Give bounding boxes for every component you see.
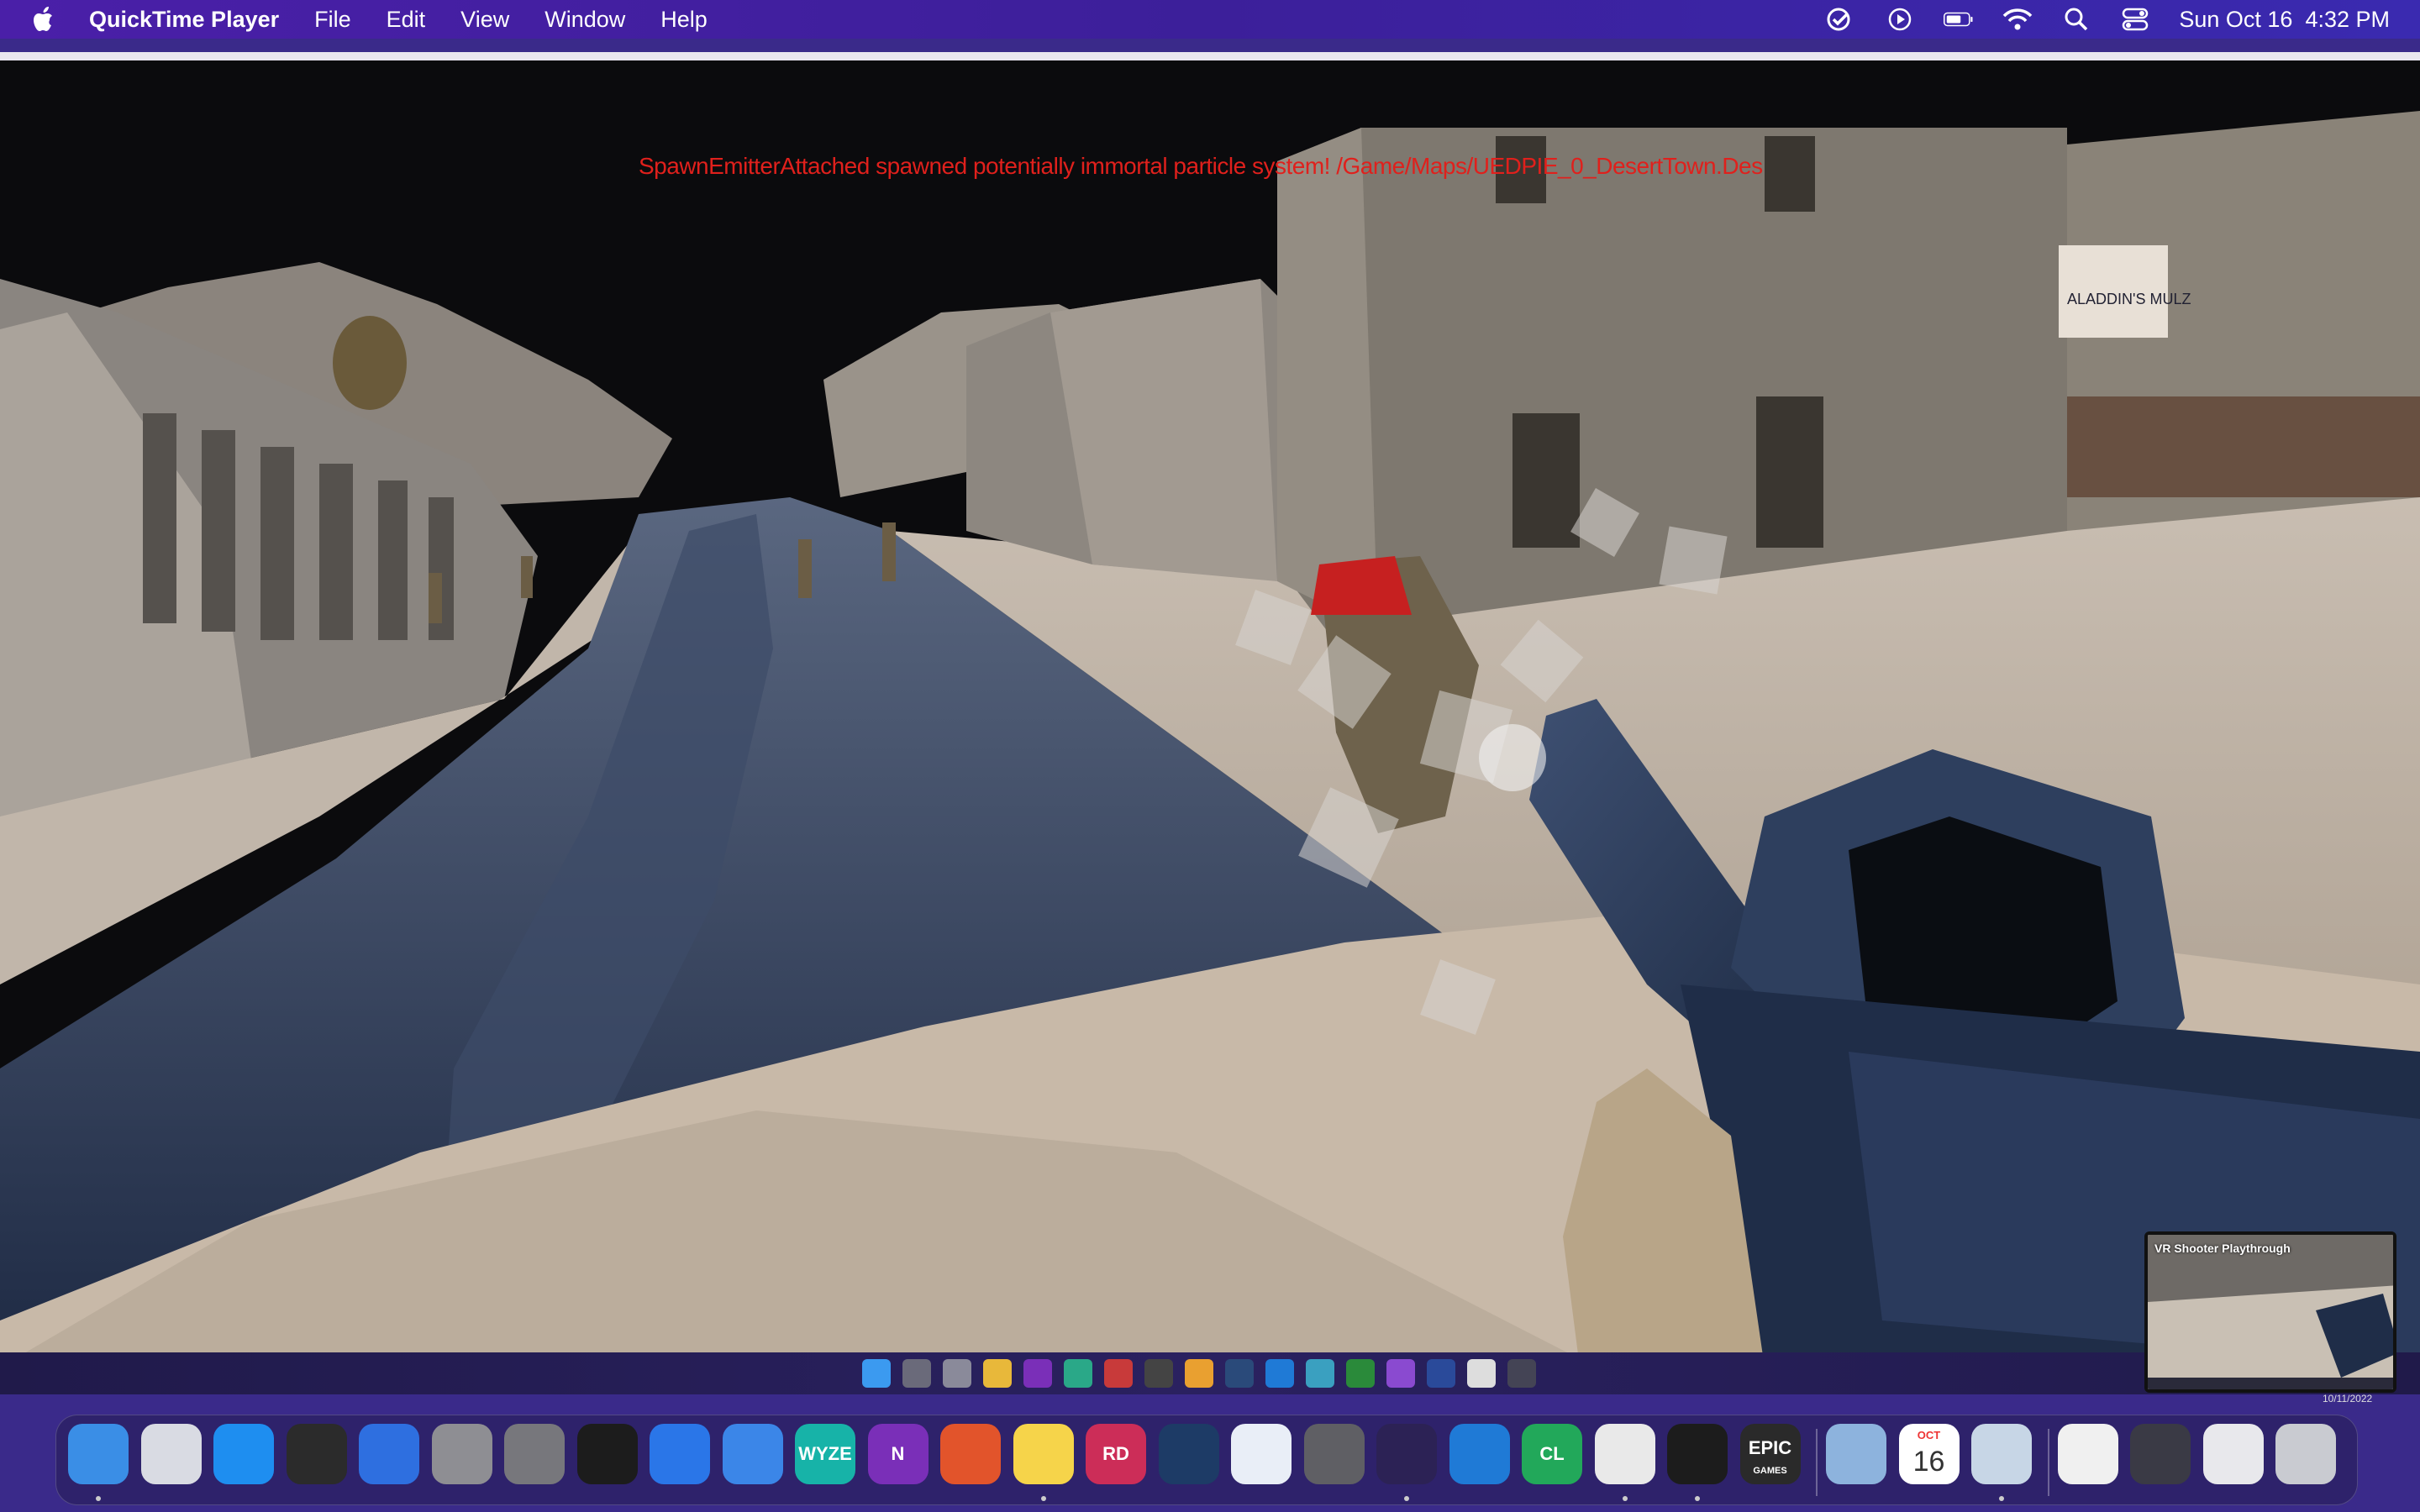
swift-icon[interactable] xyxy=(359,1424,419,1484)
dock-separator xyxy=(1816,1429,1818,1496)
video-taskbar-strip xyxy=(0,1352,2420,1394)
dock-item-label: N xyxy=(891,1443,905,1464)
game-video-frame: ALADDIN'S MULZ xyxy=(0,60,2420,1359)
document-icon[interactable] xyxy=(2057,1424,2118,1484)
search-icon xyxy=(902,1359,931,1388)
running-indicator xyxy=(1040,1496,1046,1501)
compass-icon[interactable] xyxy=(1231,1424,1292,1484)
app-store-icon[interactable] xyxy=(213,1424,274,1484)
rider-icon[interactable]: RD xyxy=(1086,1424,1146,1484)
dock-item-label: RD xyxy=(1102,1443,1129,1464)
gear-icon[interactable] xyxy=(504,1424,565,1484)
notes-icon[interactable] xyxy=(1013,1424,1074,1484)
finder-icon[interactable] xyxy=(68,1424,129,1484)
eclipse-icon[interactable] xyxy=(1376,1424,1437,1484)
thumbnail-title: VR Shooter Playthrough xyxy=(2154,1242,2291,1255)
app-icon xyxy=(1104,1359,1133,1388)
app-icon xyxy=(1467,1359,1496,1388)
task-view-icon xyxy=(943,1359,971,1388)
quicktime-icon[interactable] xyxy=(1971,1424,2032,1484)
powershell-icon xyxy=(1427,1359,1455,1388)
clion-icon[interactable]: CL xyxy=(1522,1424,1582,1484)
play-icon xyxy=(1346,1359,1375,1388)
menu-help[interactable]: Help xyxy=(660,7,708,33)
chrome-icon[interactable] xyxy=(1594,1424,1655,1484)
terminal-icon[interactable] xyxy=(1667,1424,1728,1484)
steam-icon[interactable] xyxy=(1158,1424,1219,1484)
quicktime-video-window[interactable]: ALADDIN'S MULZ SpawnEmitterAttached spaw… xyxy=(0,52,2420,1359)
shop-sign-text: ALADDIN'S MULZ xyxy=(2067,291,2191,307)
apple-menu-icon[interactable] xyxy=(30,5,59,34)
engine-debug-message: SpawnEmitterAttached spawned potentially… xyxy=(639,153,1763,179)
dock-separator xyxy=(2047,1429,2049,1496)
spotlight-search-icon[interactable] xyxy=(2061,7,2091,32)
launchpad-icon[interactable] xyxy=(140,1424,202,1484)
calendar-icon[interactable]: OCT 16 xyxy=(1898,1424,1960,1484)
scanner-icon[interactable] xyxy=(431,1424,492,1484)
dock: WYZE N RD CL GAMES EPIC OCT 16 xyxy=(55,1415,2358,1505)
obs-icon xyxy=(1144,1359,1173,1388)
app-icon xyxy=(1064,1359,1092,1388)
calendar-month-label: OCT xyxy=(1917,1429,1941,1441)
terminal-icon[interactable] xyxy=(576,1424,638,1484)
vscode-icon xyxy=(1265,1359,1294,1388)
dock-item-label: WYZE xyxy=(798,1443,852,1464)
remote-desktop-icon[interactable] xyxy=(940,1424,1001,1484)
thumbnail-frame xyxy=(2148,1235,2393,1389)
recording-thumbnail[interactable]: VR Shooter Playthrough xyxy=(2144,1231,2396,1393)
menu-edit[interactable]: Edit xyxy=(387,7,426,33)
windows-start-icon xyxy=(862,1359,891,1388)
window-thumbnail-icon[interactable] xyxy=(2130,1424,2191,1484)
hammer-icon[interactable] xyxy=(722,1424,783,1484)
running-indicator xyxy=(1622,1496,1628,1501)
control-center-icon[interactable] xyxy=(2120,7,2150,32)
folder-icon xyxy=(983,1359,1012,1388)
running-indicator xyxy=(1999,1496,2004,1501)
xcode-icon[interactable] xyxy=(650,1424,710,1484)
wyze-icon[interactable]: WYZE xyxy=(795,1424,855,1484)
vscode-icon[interactable] xyxy=(1449,1424,1510,1484)
thumbnail-date: 10/11/2022 xyxy=(2323,1393,2373,1404)
preview-icon[interactable] xyxy=(1826,1424,1886,1484)
video-taskbar-icons xyxy=(862,1359,1536,1388)
menu-bar: QuickTime Player File Edit View Window H… xyxy=(0,0,2420,39)
onenote-icon xyxy=(1023,1359,1052,1388)
dock-item-label: EPIC xyxy=(1748,1437,1792,1458)
running-indicator xyxy=(1695,1496,1700,1501)
wifi-icon[interactable] xyxy=(2002,7,2033,32)
dvd-icon[interactable] xyxy=(286,1424,347,1484)
dock-item-label: 16 xyxy=(1912,1445,1945,1478)
menu-file[interactable]: File xyxy=(314,7,351,33)
running-indicator xyxy=(96,1496,101,1501)
menu-window[interactable]: Window xyxy=(544,7,625,33)
chrome-icon xyxy=(1185,1359,1213,1388)
play-circle-icon[interactable] xyxy=(1885,7,1915,32)
trash-icon[interactable] xyxy=(2275,1424,2336,1484)
menubar-clock[interactable]: Sun Oct 16 4:32 PM xyxy=(2179,7,2390,33)
running-indicator xyxy=(1404,1496,1409,1501)
unreal-icon xyxy=(1507,1359,1536,1388)
app-name-menu[interactable]: QuickTime Player xyxy=(89,7,279,33)
unity-icon[interactable] xyxy=(1303,1424,1365,1484)
epic-games-icon[interactable]: GAMES EPIC xyxy=(1739,1424,1801,1484)
onenote-icon[interactable]: N xyxy=(867,1424,929,1484)
dock-item-label: CL xyxy=(1539,1443,1565,1464)
menu-view[interactable]: View xyxy=(460,7,509,33)
battery-icon[interactable] xyxy=(1944,7,1974,32)
window-thumbnail-icon[interactable] xyxy=(2202,1424,2264,1484)
checkmark-badge-icon[interactable] xyxy=(1826,7,1856,32)
visual-studio-icon xyxy=(1386,1359,1415,1388)
epic-games-sub-label: GAMES xyxy=(1753,1466,1787,1476)
status-area: Sun Oct 16 4:32 PM xyxy=(1826,0,2390,39)
steam-icon xyxy=(1225,1359,1254,1388)
app-icon xyxy=(1306,1359,1334,1388)
